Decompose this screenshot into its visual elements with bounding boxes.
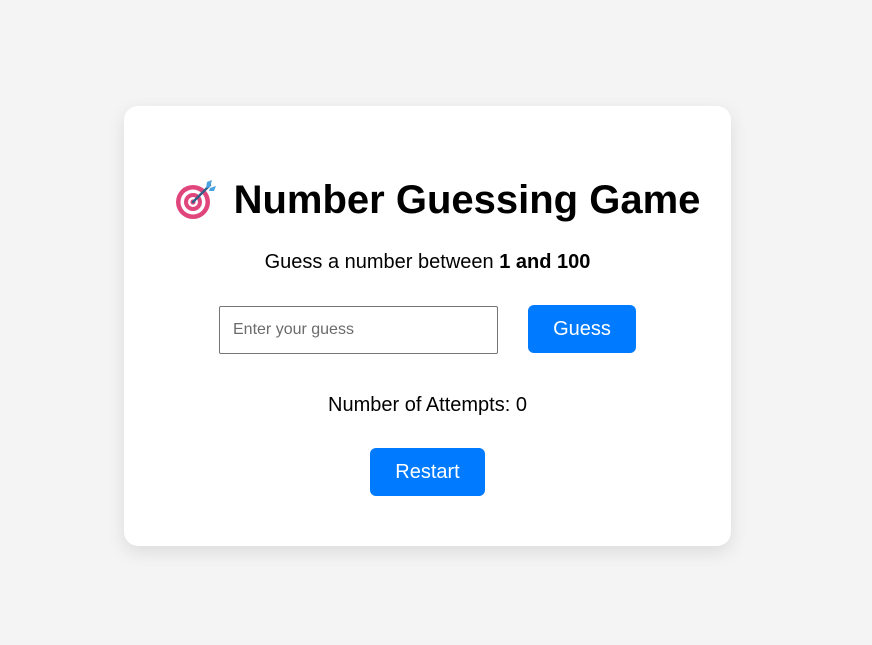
- attempts-counter: Number of Attempts: 0: [0, 393, 855, 417]
- guess-input[interactable]: [219, 306, 498, 354]
- title-text: Number Guessing Game: [233, 178, 701, 222]
- attempts-count: 0: [515, 394, 527, 416]
- attempts-label: Number of Attempts:: [328, 394, 516, 416]
- guess-button[interactable]: Guess: [528, 305, 636, 353]
- instruction-prefix: Guess a number between: [264, 251, 500, 273]
- restart-button[interactable]: Restart: [370, 448, 485, 496]
- target-icon: [175, 180, 216, 219]
- instruction-range: 1 and 100: [499, 251, 591, 273]
- instruction-text: Guess a number between 1 and 100: [0, 250, 855, 274]
- page-title: Number Guessing Game: [0, 172, 872, 228]
